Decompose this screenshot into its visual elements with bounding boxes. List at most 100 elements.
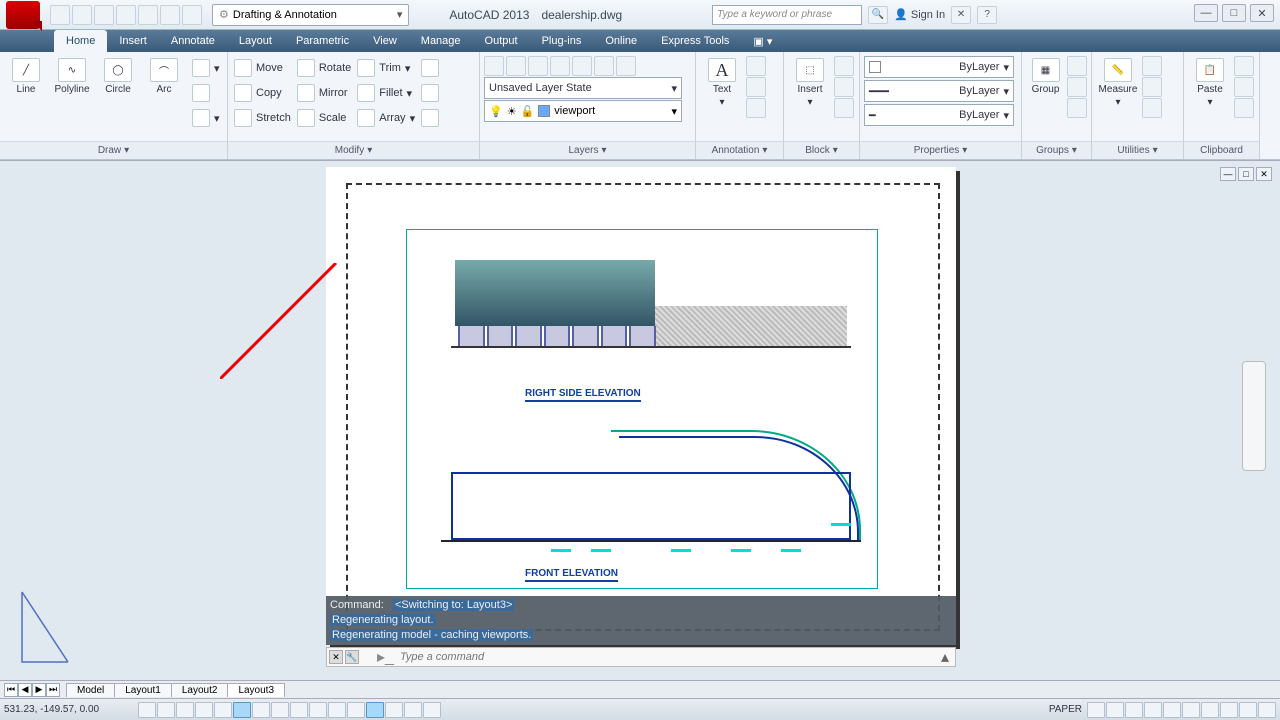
layer-lock-button[interactable] — [550, 56, 570, 76]
infer-button[interactable] — [138, 702, 156, 718]
stretch-button[interactable]: Stretch — [232, 106, 293, 130]
exchange-icon[interactable]: ✕ — [951, 6, 971, 24]
color-dropdown[interactable]: ByLayer ▾ — [864, 56, 1014, 78]
explode-button[interactable] — [419, 81, 441, 105]
create-block-button[interactable] — [834, 56, 854, 76]
tab-express-tools[interactable]: Express Tools — [649, 30, 741, 52]
array-button[interactable]: Array ▾ — [355, 106, 417, 130]
hatch-button[interactable]: ▾ — [190, 106, 222, 130]
osnap-button[interactable] — [233, 702, 251, 718]
layer-iso-button[interactable] — [572, 56, 592, 76]
command-line[interactable]: ✕🔧 ▸_ ▴ — [326, 647, 956, 667]
annovis-button[interactable] — [1144, 702, 1162, 718]
match-prop-button[interactable] — [1234, 98, 1254, 118]
close-button[interactable]: ✕ — [1250, 4, 1274, 22]
cmd-expand-icon[interactable]: ▴ — [935, 647, 955, 667]
panel-groups-title[interactable]: Groups ▾ — [1022, 141, 1091, 159]
otrack-button[interactable] — [271, 702, 289, 718]
tab-view[interactable]: View — [361, 30, 409, 52]
measure-button[interactable]: 📏Measure▾ — [1096, 56, 1140, 108]
qp-button[interactable] — [366, 702, 384, 718]
tab-output[interactable]: Output — [473, 30, 530, 52]
erase-button[interactable] — [419, 56, 441, 80]
vp-minimize[interactable]: — — [1220, 167, 1236, 181]
command-input[interactable] — [394, 651, 935, 663]
ortho-button[interactable] — [195, 702, 213, 718]
hardware-accel[interactable] — [1220, 702, 1238, 718]
layout-tab-layout1[interactable]: Layout1 — [114, 683, 172, 697]
qat-open[interactable] — [72, 5, 92, 25]
cmd-wrench-icon[interactable]: 🔧 — [345, 650, 359, 664]
annoauto-button[interactable] — [1163, 702, 1181, 718]
rectangle-button[interactable]: ▾ — [190, 56, 222, 80]
quickview-drawings[interactable] — [1106, 702, 1124, 718]
layout-first[interactable]: ⏮ — [4, 683, 18, 697]
qat-redo[interactable] — [182, 5, 202, 25]
cut-button[interactable] — [1234, 56, 1254, 76]
tab-parametric[interactable]: Parametric — [284, 30, 361, 52]
layer-prev-button[interactable] — [616, 56, 636, 76]
annoscale-button[interactable] — [1125, 702, 1143, 718]
qat-plot[interactable] — [138, 5, 158, 25]
layer-match-button[interactable] — [594, 56, 614, 76]
rotate-button[interactable]: Rotate — [295, 56, 353, 80]
edit-attr-button[interactable] — [834, 98, 854, 118]
space-toggle[interactable]: PAPER — [1045, 704, 1086, 715]
insert-button[interactable]: ⬚Insert▾ — [788, 56, 832, 108]
navigation-bar[interactable] — [1242, 361, 1266, 471]
layout-viewport[interactable]: RIGHT SIDE ELEVATION FRONT ELEVATION — [406, 229, 878, 589]
qat-undo[interactable] — [160, 5, 180, 25]
group-edit-button[interactable] — [1067, 77, 1087, 97]
edit-block-button[interactable] — [834, 77, 854, 97]
arc-button[interactable]: ⌒Arc — [142, 56, 186, 95]
select-all-button[interactable] — [1142, 56, 1162, 76]
tpy-button[interactable] — [347, 702, 365, 718]
grid-button[interactable] — [176, 702, 194, 718]
quickview-layouts[interactable] — [1087, 702, 1105, 718]
calc-button[interactable] — [1142, 98, 1162, 118]
panel-draw-title[interactable]: Draw ▾ — [0, 141, 227, 159]
scale-button[interactable]: Scale — [295, 106, 353, 130]
search-icon[interactable]: 🔍 — [868, 6, 888, 24]
app-menu-button[interactable] — [6, 1, 40, 29]
ellipse-button[interactable] — [190, 81, 222, 105]
minimize-button[interactable]: — — [1194, 4, 1218, 22]
tab-online[interactable]: Online — [593, 30, 649, 52]
dim-linear-button[interactable] — [746, 56, 766, 76]
tab-home[interactable]: Home — [54, 30, 107, 52]
tb-button[interactable] — [423, 702, 441, 718]
layout-tab-layout3[interactable]: Layout3 — [227, 683, 285, 697]
paste-button[interactable]: 📋Paste▾ — [1188, 56, 1232, 108]
tab-manage[interactable]: Manage — [409, 30, 473, 52]
layout-prev[interactable]: ◀ — [18, 683, 32, 697]
qat-save[interactable] — [94, 5, 114, 25]
isolate-button[interactable] — [1239, 702, 1257, 718]
polyline-button[interactable]: ∿Polyline — [50, 56, 94, 95]
move-button[interactable]: Move — [232, 56, 293, 80]
am-button[interactable] — [404, 702, 422, 718]
ungroup-button[interactable] — [1067, 56, 1087, 76]
linetype-dropdown[interactable]: ━━━ByLayer ▾ — [864, 80, 1014, 102]
layer-props-button[interactable] — [484, 56, 504, 76]
vp-close[interactable]: ✕ — [1256, 167, 1272, 181]
offset-button[interactable] — [419, 106, 441, 130]
group-button[interactable]: ▦Group — [1026, 56, 1065, 95]
table-button[interactable] — [746, 98, 766, 118]
3dosnap-button[interactable] — [252, 702, 270, 718]
panel-annotation-title[interactable]: Annotation ▾ — [696, 141, 783, 159]
leader-button[interactable] — [746, 77, 766, 97]
workspace-selector[interactable]: ⚙ Drafting & Annotation ▾ — [212, 4, 409, 26]
panel-utilities-title[interactable]: Utilities ▾ — [1092, 141, 1183, 159]
panel-modify-title[interactable]: Modify ▾ — [228, 141, 479, 159]
lwt-button[interactable] — [328, 702, 346, 718]
layout-tab-layout2[interactable]: Layout2 — [171, 683, 229, 697]
ducs-button[interactable] — [290, 702, 308, 718]
panel-layers-title[interactable]: Layers ▾ — [480, 141, 695, 159]
cmd-close-icon[interactable]: ✕ — [329, 650, 343, 664]
maximize-button[interactable]: □ — [1222, 4, 1246, 22]
tab-layout[interactable]: Layout — [227, 30, 284, 52]
infocenter-search[interactable]: Type a keyword or phrase — [712, 5, 862, 25]
drawing-area[interactable]: — □ ✕ RIGHT SIDE ELEVATION — [0, 160, 1280, 680]
line-button[interactable]: ╱Line — [4, 56, 48, 95]
sc-button[interactable] — [385, 702, 403, 718]
